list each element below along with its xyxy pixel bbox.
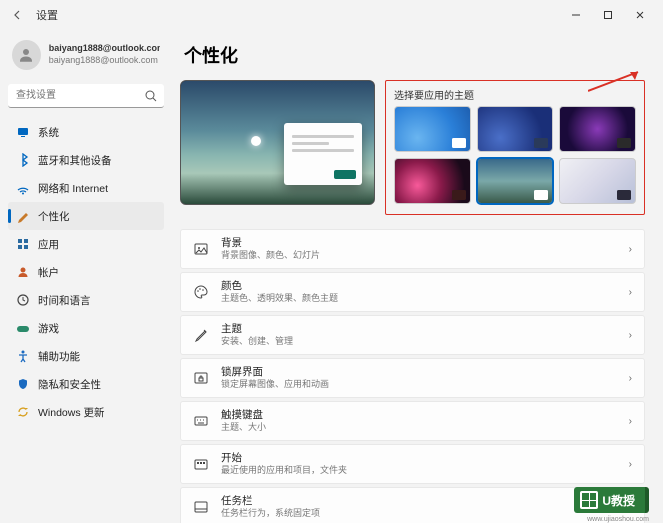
theme-grid — [394, 106, 636, 204]
sidebar-item-time[interactable]: 时间和语言 — [8, 286, 164, 314]
chevron-right-icon: › — [629, 416, 632, 427]
sidebar-item-label: 系统 — [38, 125, 59, 140]
setting-title: 背景 — [221, 237, 617, 250]
search-icon — [144, 89, 158, 103]
setting-title: 任务栏 — [221, 495, 617, 508]
sidebar-item-network[interactable]: 网络和 Internet — [8, 174, 164, 202]
setting-item-lockscreen[interactable]: 锁屏界面锁定屏幕图像、应用和动画 › — [180, 358, 645, 398]
titlebar: 设置 — [0, 0, 663, 30]
setting-subtitle: 主题、大小 — [221, 422, 617, 433]
window-controls — [561, 3, 655, 27]
sidebar-item-label: 个性化 — [38, 209, 70, 224]
content-area: 个性化 选择要应用的主题 背景背景图像、颜色、幻灯片›颜色主题色、透明效果、颜色… — [172, 30, 663, 523]
setting-subtitle: 背景图像、颜色、幻灯片 — [221, 250, 617, 261]
sidebar-item-bluetooth[interactable]: 蓝牙和其他设备 — [8, 146, 164, 174]
account-sub: baiyang1888@outlook.com — [49, 55, 160, 67]
theme-option-dark-bloom[interactable] — [477, 106, 554, 152]
sidebar-item-label: 网络和 Internet — [38, 181, 108, 196]
watermark-logo-icon — [580, 491, 598, 509]
sidebar-item-accounts[interactable]: 帐户 — [8, 258, 164, 286]
setting-subtitle: 主题色、透明效果、颜色主题 — [221, 293, 617, 304]
setting-subtitle: 任务栏行为，系统固定项 — [221, 508, 617, 519]
setting-subtitle: 最近使用的应用和项目，文件夹 — [221, 465, 617, 476]
lockscreen-icon — [193, 370, 209, 386]
bluetooth-icon — [16, 153, 30, 167]
setting-item-themes[interactable]: 主题安装、创建、管理 › — [180, 315, 645, 355]
setting-title: 主题 — [221, 323, 617, 336]
theme-selector-panel: 选择要应用的主题 — [385, 80, 645, 215]
system-icon — [16, 125, 30, 139]
start-icon — [193, 456, 209, 472]
taskbar-icon — [193, 499, 209, 515]
setting-title: 颜色 — [221, 280, 617, 293]
sidebar: baiyang1888@outlook.com baiyang1888@outl… — [0, 30, 172, 523]
update-icon — [16, 405, 30, 419]
setting-title: 锁屏界面 — [221, 366, 617, 379]
search-box[interactable] — [8, 84, 164, 108]
sidebar-item-label: 游戏 — [38, 321, 59, 336]
apps-icon — [16, 237, 30, 251]
themes-icon — [193, 327, 209, 343]
close-button[interactable] — [625, 3, 655, 27]
setting-item-colors[interactable]: 颜色主题色、透明效果、颜色主题 › — [180, 272, 645, 312]
chevron-right-icon: › — [629, 287, 632, 298]
personalization-icon — [16, 209, 30, 223]
sidebar-item-apps[interactable]: 应用 — [8, 230, 164, 258]
touchkeyboard-icon — [193, 413, 209, 429]
sidebar-item-label: 辅助功能 — [38, 349, 80, 364]
desktop-preview — [180, 80, 375, 205]
accessibility-icon — [16, 349, 30, 363]
network-icon — [16, 181, 30, 195]
search-input[interactable] — [8, 84, 164, 108]
accounts-icon — [16, 265, 30, 279]
time-icon — [16, 293, 30, 307]
sidebar-item-label: Windows 更新 — [38, 405, 105, 420]
theme-selector-label: 选择要应用的主题 — [394, 87, 636, 102]
sidebar-item-gaming[interactable]: 游戏 — [8, 314, 164, 342]
back-button[interactable] — [8, 5, 28, 25]
setting-title: 触摸键盘 — [221, 409, 617, 422]
setting-subtitle: 安装、创建、管理 — [221, 336, 617, 347]
account-email: baiyang1888@outlook.com — [49, 43, 160, 55]
chevron-right-icon: › — [629, 373, 632, 384]
theme-option-sunrise[interactable] — [477, 158, 554, 204]
maximize-button[interactable] — [593, 3, 623, 27]
theme-option-flower[interactable] — [394, 158, 471, 204]
sidebar-item-accessibility[interactable]: 辅助功能 — [8, 342, 164, 370]
sidebar-item-label: 应用 — [38, 237, 59, 252]
window-title: 设置 — [36, 7, 58, 23]
sidebar-item-privacy[interactable]: 隐私和安全性 — [8, 370, 164, 398]
minimize-button[interactable] — [561, 3, 591, 27]
theme-option-glow[interactable] — [559, 106, 636, 152]
setting-item-background[interactable]: 背景背景图像、颜色、幻灯片 › — [180, 229, 645, 269]
account-info[interactable]: baiyang1888@outlook.com baiyang1888@outl… — [8, 36, 164, 80]
gaming-icon — [16, 321, 30, 335]
setting-title: 开始 — [221, 452, 617, 465]
privacy-icon — [16, 377, 30, 391]
settings-list: 背景背景图像、颜色、幻灯片›颜色主题色、透明效果、颜色主题›主题安装、创建、管理… — [180, 229, 645, 523]
chevron-right-icon: › — [629, 244, 632, 255]
setting-subtitle: 锁定屏幕图像、应用和动画 — [221, 379, 617, 390]
colors-icon — [193, 284, 209, 300]
sidebar-item-label: 帐户 — [38, 265, 59, 280]
page-title: 个性化 — [184, 42, 645, 68]
sidebar-item-label: 蓝牙和其他设备 — [38, 153, 112, 168]
theme-option-light-bloom[interactable] — [394, 106, 471, 152]
sidebar-item-system[interactable]: 系统 — [8, 118, 164, 146]
sidebar-item-label: 隐私和安全性 — [38, 377, 101, 392]
avatar — [12, 40, 41, 70]
setting-item-touchkeyboard[interactable]: 触摸键盘主题、大小 › — [180, 401, 645, 441]
chevron-right-icon: › — [629, 459, 632, 470]
theme-option-flow[interactable] — [559, 158, 636, 204]
sidebar-item-personalization[interactable]: 个性化 — [8, 202, 164, 230]
chevron-right-icon: › — [629, 330, 632, 341]
setting-item-start[interactable]: 开始最近使用的应用和项目，文件夹 › — [180, 444, 645, 484]
watermark-url: www.ujiaoshou.com — [587, 516, 649, 523]
sidebar-item-label: 时间和语言 — [38, 293, 91, 308]
watermark: U教授 — [574, 487, 649, 513]
sidebar-item-update[interactable]: Windows 更新 — [8, 398, 164, 426]
background-icon — [193, 241, 209, 257]
